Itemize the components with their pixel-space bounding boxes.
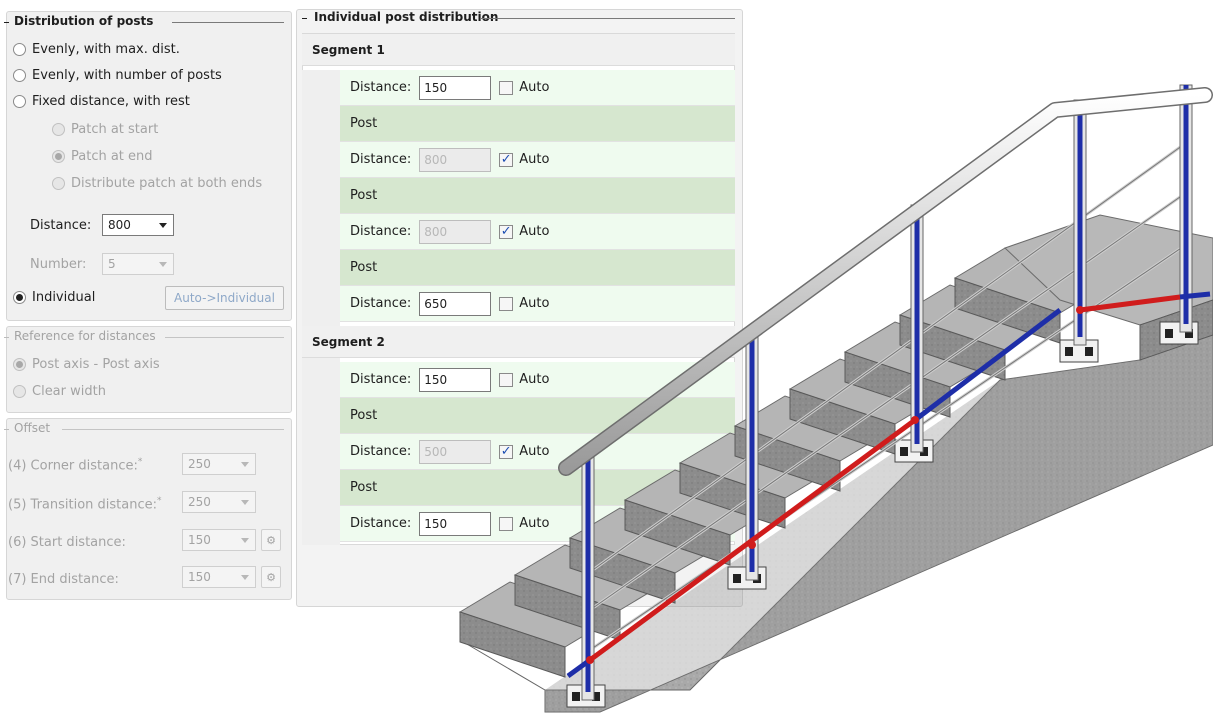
radio-circle[interactable]: [13, 291, 26, 304]
bolt-icon: [1085, 347, 1093, 356]
post-label: Post: [350, 480, 378, 495]
distance-label: Distance:: [350, 296, 412, 311]
radio-distribute-patch-both-ends[interactable]: Distribute patch at both ends: [52, 176, 262, 191]
radio-circle[interactable]: [13, 95, 26, 108]
post-label: Post: [350, 188, 378, 203]
end-distance-label: (7) End distance:: [8, 572, 119, 587]
pick-start-distance-icon[interactable]: ⚙: [261, 529, 281, 551]
arrow-head-marker: [748, 541, 756, 549]
bolt-icon: [900, 447, 908, 456]
radio-patch-at-end[interactable]: Patch at end: [52, 149, 153, 164]
post-label: Post: [350, 408, 378, 423]
radio-evenly-max-dist[interactable]: Evenly, with max. dist.: [13, 42, 180, 57]
arrow-head-marker: [911, 416, 919, 424]
radio-circle[interactable]: [13, 43, 26, 56]
transition-distance-label: (5) Transition distance:*: [8, 496, 162, 513]
auto-individual-button[interactable]: Auto->Individual: [165, 286, 284, 310]
radio-circle[interactable]: [52, 177, 65, 190]
number-combo[interactable]: 5: [102, 253, 174, 275]
distance-label: Distance:: [350, 80, 412, 95]
transition-distance-combo[interactable]: 250: [182, 491, 256, 513]
radio-circle[interactable]: [13, 385, 26, 398]
individual-post-distribution-title: Individual post distribution: [310, 10, 503, 24]
distance-label: Distance:: [350, 372, 412, 387]
distance-label: Distance:: [350, 516, 412, 531]
chevron-down-icon: [159, 223, 167, 228]
pick-end-distance-icon[interactable]: ⚙: [261, 566, 281, 588]
corner-distance-label: (4) Corner distance:*: [8, 457, 143, 474]
arrow-head-marker: [1076, 306, 1084, 314]
bolt-icon: [733, 574, 741, 583]
radio-clear-width[interactable]: Clear width: [13, 384, 106, 399]
radio-circle[interactable]: [13, 358, 26, 371]
reference-for-distances-title: Reference for distances: [10, 329, 160, 343]
number-label: Number:: [30, 257, 87, 272]
arrow-head-marker: [586, 656, 594, 664]
radio-patch-at-start[interactable]: Patch at start: [52, 122, 158, 137]
radio-evenly-number-of-posts[interactable]: Evenly, with number of posts: [13, 68, 222, 83]
radio-circle[interactable]: [52, 123, 65, 136]
post-label: Post: [350, 116, 378, 131]
bolt-icon: [572, 692, 580, 701]
radio-circle[interactable]: [13, 69, 26, 82]
chevron-down-icon: [241, 575, 249, 580]
segment-header[interactable]: Segment 1: [302, 34, 735, 66]
chevron-down-icon: [241, 500, 249, 505]
radio-individual[interactable]: Individual: [13, 290, 95, 305]
chevron-down-icon: [159, 262, 167, 267]
distance-label: Distance:: [350, 444, 412, 459]
distribution-of-posts-title: Distribution of posts: [10, 14, 158, 28]
start-distance-label: (6) Start distance:: [8, 535, 126, 550]
offset-title: Offset: [10, 421, 55, 435]
distance-label: Distance:: [350, 224, 412, 239]
radio-post-axis[interactable]: Post axis - Post axis: [13, 357, 160, 372]
corner-distance-combo[interactable]: 250: [182, 453, 256, 475]
bolt-icon: [1065, 347, 1073, 356]
post-label: Post: [350, 260, 378, 275]
distance-label: Distance:: [30, 218, 92, 233]
radio-circle[interactable]: [52, 150, 65, 163]
radio-fixed-distance-with-rest[interactable]: Fixed distance, with rest: [13, 94, 190, 109]
indent-gutter: [302, 70, 340, 545]
bolt-icon: [1165, 329, 1173, 338]
distance-label: Distance:: [350, 152, 412, 167]
end-distance-combo[interactable]: 150: [182, 566, 256, 588]
distance-combo[interactable]: 800: [102, 214, 174, 236]
start-distance-combo[interactable]: 150: [182, 529, 256, 551]
chevron-down-icon: [241, 538, 249, 543]
stair-railing-illustration: [458, 84, 1213, 713]
chevron-down-icon: [241, 462, 249, 467]
segment2-end-arrow: [1179, 291, 1211, 300]
